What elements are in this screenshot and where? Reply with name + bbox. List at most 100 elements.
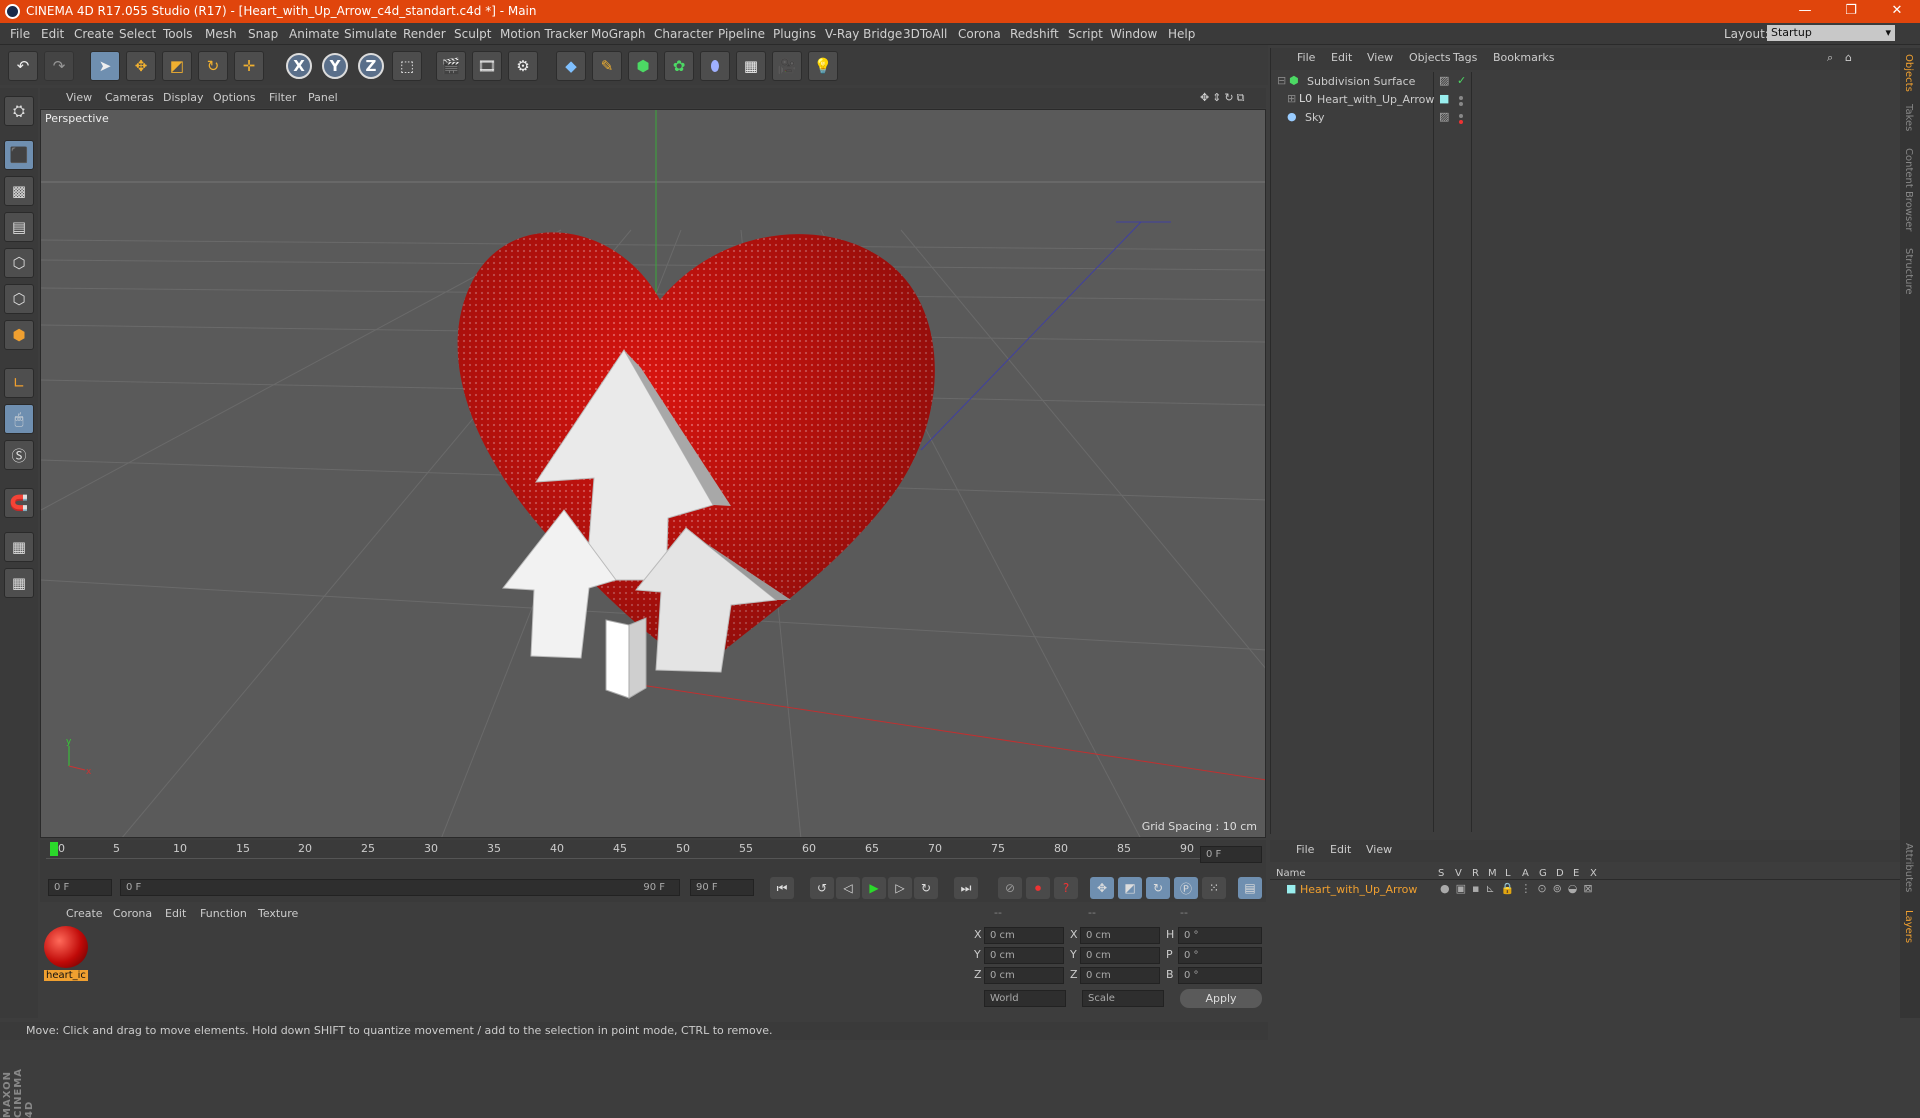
points-mode-button[interactable]: ⬡ (4, 248, 34, 278)
obj-menu-file[interactable]: File (1297, 51, 1315, 64)
menu-render[interactable]: Render (403, 27, 446, 41)
object-row-sky[interactable]: ● Sky ▨ (1271, 110, 1901, 128)
viewport-nav-icons[interactable]: ✥⇕↻⧉ (1200, 91, 1248, 105)
menu-redshift[interactable]: Redshift (1010, 27, 1059, 41)
playhead-marker[interactable] (50, 842, 58, 856)
scale-tool-button[interactable]: ◩ (162, 51, 192, 81)
viewport-menu-cameras[interactable]: Cameras (105, 91, 154, 104)
menu-tools[interactable]: Tools (163, 27, 193, 41)
go-to-end-button[interactable]: ⏭ (954, 877, 978, 899)
make-editable-button[interactable]: ⛭ (4, 96, 34, 126)
menu-script[interactable]: Script (1068, 27, 1103, 41)
menu-file[interactable]: File (10, 27, 30, 41)
render-settings-button[interactable]: ⚙ (508, 51, 538, 81)
object-row-subdivision[interactable]: ⊟ ⬢ Subdivision Surface ▨ ✓ (1271, 74, 1901, 92)
start-frame-field[interactable]: 0 F (48, 879, 112, 896)
layer-menu-edit[interactable]: Edit (1330, 843, 1351, 856)
search-icon[interactable]: ⌕ (1827, 51, 1833, 65)
visibility-dot-icon[interactable] (1459, 114, 1463, 118)
layer-menu-view[interactable]: View (1366, 843, 1392, 856)
add-subdivision-button[interactable]: ⬢ (628, 51, 658, 81)
timeline-ruler[interactable]: 0 5 10 15 20 25 30 35 40 45 50 55 60 65 … (40, 840, 1266, 874)
menu-vray-bridge[interactable]: V-Ray Bridge (825, 27, 902, 41)
menu-create[interactable]: Create (74, 27, 114, 41)
next-frame-button[interactable]: ▷ (888, 877, 912, 899)
render-dot-icon[interactable] (1459, 102, 1463, 106)
coord-size-y[interactable]: 0 cm (1080, 947, 1160, 964)
close-button[interactable]: ✕ (1874, 0, 1920, 23)
planar-workplane-button[interactable]: ▦ (4, 568, 34, 598)
render-picture-viewer-button[interactable]: 🎞 (472, 51, 502, 81)
keyframe-selection-button[interactable]: ? (1054, 877, 1078, 899)
material-name[interactable]: heart_ic (44, 970, 88, 981)
layer-toggle-icons[interactable]: ●▣▪⊾🔒⋮⊙⊚◒⊠ (1440, 882, 1599, 895)
timeline-track[interactable] (46, 858, 1236, 868)
viewport-perspective[interactable]: y x Perspective Grid Spacing : 10 cm (40, 109, 1266, 838)
menu-select[interactable]: Select (119, 27, 156, 41)
material-menu-edit[interactable]: Edit (165, 907, 186, 920)
viewport-menu-filter[interactable]: Filter (269, 91, 296, 104)
obj-menu-edit[interactable]: Edit (1331, 51, 1352, 64)
viewport-menu-view[interactable]: View (66, 91, 92, 104)
coord-rot-p[interactable]: 0 ° (1178, 947, 1262, 964)
x-axis-lock-button[interactable]: X (286, 53, 312, 79)
add-camera-button[interactable]: 🎥 (772, 51, 802, 81)
minimize-button[interactable]: — (1782, 0, 1828, 23)
coord-size-mode-select[interactable]: Scale (1082, 990, 1164, 1007)
record-keys-button[interactable]: ⊘ (998, 877, 1022, 899)
coord-size-x[interactable]: 0 cm (1080, 927, 1160, 944)
prev-frame-button[interactable]: ◁ (836, 877, 860, 899)
current-frame-field[interactable]: 0 F (1200, 846, 1262, 863)
menu-mesh[interactable]: Mesh (205, 27, 237, 41)
live-selection-button[interactable]: ➤ (90, 51, 120, 81)
add-cube-button[interactable]: ◆ (556, 51, 586, 81)
end-frame-field[interactable]: 90 F (690, 879, 754, 896)
coordinate-system-button[interactable]: ⬚ (392, 51, 422, 81)
viewport-menu-display[interactable]: Display (163, 91, 204, 104)
layer-row[interactable]: ■ Heart_with_Up_Arrow ●▣▪⊾🔒⋮⊙⊚◒⊠ (1270, 882, 1900, 900)
frame-range-slider[interactable]: 0 F 90 F (120, 879, 680, 896)
tab-objects[interactable]: Objects (1903, 54, 1914, 92)
menu-pipeline[interactable]: Pipeline (718, 27, 765, 41)
go-to-start-button[interactable]: ⏮ (770, 877, 794, 899)
tab-layers[interactable]: Layers (1903, 910, 1914, 943)
coord-size-z[interactable]: 0 cm (1080, 967, 1160, 984)
menu-sculpt[interactable]: Sculpt (454, 27, 491, 41)
edit-toggle-icon[interactable]: ▨ (1439, 110, 1449, 123)
menu-simulate[interactable]: Simulate (344, 27, 397, 41)
coord-rot-b[interactable]: 0 ° (1178, 967, 1262, 984)
obj-menu-tags[interactable]: Tags (1453, 51, 1477, 64)
menu-edit[interactable]: Edit (41, 27, 64, 41)
viewport-menu-options[interactable]: Options (213, 91, 255, 104)
transform-tool-button[interactable]: ✛ (234, 51, 264, 81)
texture-mode-button[interactable]: ▩ (4, 176, 34, 206)
coord-rot-h[interactable]: 0 ° (1178, 927, 1262, 944)
obj-menu-bookmarks[interactable]: Bookmarks (1493, 51, 1554, 64)
edges-mode-button[interactable]: ⬡ (4, 284, 34, 314)
y-axis-lock-button[interactable]: Y (322, 53, 348, 79)
render-dot-icon[interactable] (1459, 120, 1463, 124)
redo-button[interactable]: ↷ (44, 51, 74, 81)
timeline-layout-button[interactable]: ▤ (1238, 877, 1262, 899)
expand-icon[interactable]: ⊞ (1287, 92, 1296, 105)
material-menu-function[interactable]: Function (200, 907, 247, 920)
key-position-button[interactable]: ✥ (1090, 877, 1114, 899)
key-pla-button[interactable]: ⁙ (1202, 877, 1226, 899)
coord-pos-y[interactable]: 0 cm (984, 947, 1064, 964)
z-axis-lock-button[interactable]: Z (358, 53, 384, 79)
layer-menu-file[interactable]: File (1296, 843, 1314, 856)
menu-corona[interactable]: Corona (958, 27, 1001, 41)
auto-key-button[interactable]: ⏺ (1026, 877, 1050, 899)
edit-toggle-icon[interactable]: ▨ (1439, 74, 1449, 87)
menu-character[interactable]: Character (654, 27, 713, 41)
menu-help[interactable]: Help (1168, 27, 1195, 41)
play-button[interactable]: ▶ (862, 877, 886, 899)
coord-mode-select[interactable]: World (984, 990, 1066, 1007)
key-parameter-button[interactable]: Ⓟ (1174, 877, 1198, 899)
axis-mode-button[interactable]: ∟ (4, 368, 34, 398)
workplane-mode-button[interactable]: ▤ (4, 212, 34, 242)
tab-content-browser[interactable]: Content Browser (1903, 148, 1914, 231)
enabled-check-icon[interactable]: ✓ (1457, 74, 1466, 87)
menu-window[interactable]: Window (1110, 27, 1157, 41)
menu-3dtoall[interactable]: 3DToAll (903, 27, 947, 41)
